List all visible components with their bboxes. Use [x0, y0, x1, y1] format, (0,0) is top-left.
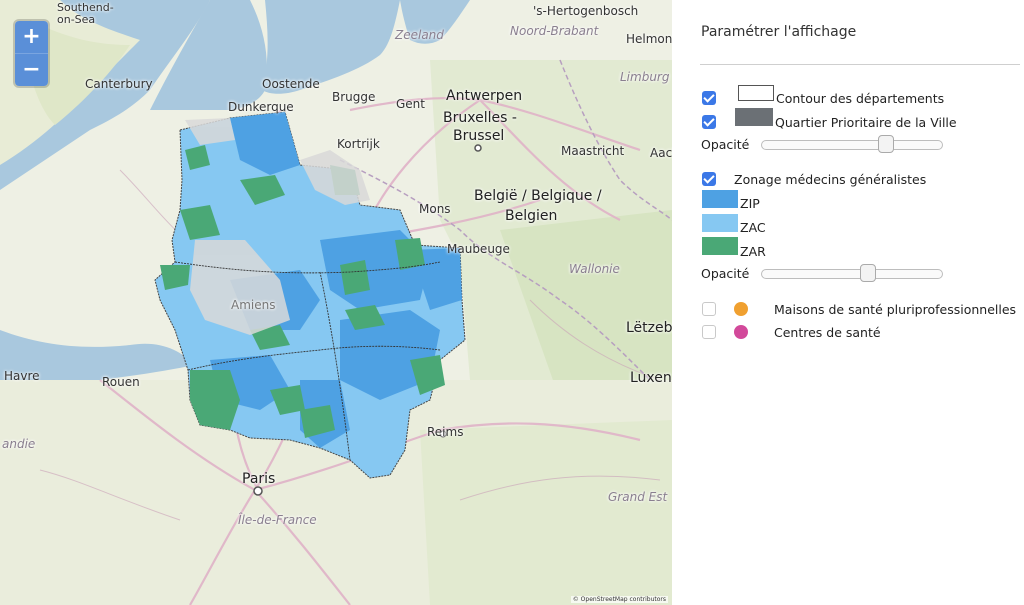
map-label-helmond: Helmond: [626, 32, 672, 46]
map-label-belgie-1: België / Belgique /: [474, 188, 602, 204]
map-view[interactable]: Southend- on-Sea 's-Hertogenbosch Zeelan…: [0, 0, 672, 605]
map-attribution[interactable]: © OpenStreetMap contributors: [570, 596, 668, 603]
map-label-reims: Reims: [427, 425, 464, 439]
cds-checkbox[interactable]: [702, 325, 716, 339]
zonage-checkbox[interactable]: [702, 172, 716, 186]
contour-swatch: [738, 85, 774, 101]
contour-checkbox[interactable]: [702, 91, 716, 105]
map-label-ile-de-france: Île-de-France: [238, 513, 317, 527]
map-label-paris: Paris: [242, 471, 276, 487]
map-label-antwerpen: Antwerpen: [446, 88, 523, 104]
qpv-label: Quartier Prioritaire de la Ville: [775, 115, 957, 130]
zoom-out-button[interactable]: −: [15, 53, 48, 86]
zar-swatch: [702, 237, 738, 255]
opacity-slider-1[interactable]: [761, 135, 943, 153]
map-label-hertogenbosch: 's-Hertogenbosch: [533, 4, 639, 18]
zip-label: ZIP: [740, 196, 760, 211]
qpv-checkbox[interactable]: [702, 115, 716, 129]
zac-label: ZAC: [740, 220, 766, 235]
map-label-gent: Gent: [396, 97, 425, 111]
map-label-wallonie: Wallonie: [569, 262, 620, 276]
display-settings-panel: Paramétrer l'affichage Contour des dépar…: [672, 0, 1024, 605]
map-label-normandie: andie: [2, 437, 36, 451]
map-label-limburg: Limburg: [620, 70, 670, 84]
msp-checkbox[interactable]: [702, 302, 716, 316]
panel-divider: [700, 64, 1020, 65]
contour-label: Contour des départements: [776, 91, 945, 106]
map-label-rouen: Rouen: [102, 375, 140, 389]
map-label-oostende: Oostende: [262, 77, 320, 91]
map-label-canterbury: Canterbury: [85, 77, 153, 91]
zonage-label: Zonage médecins généralistes: [734, 172, 927, 187]
map-label-brugge: Brugge: [332, 90, 376, 104]
map-label-zeeland: Zeeland: [395, 28, 444, 42]
cds-marker-icon: [734, 325, 748, 339]
map-label-grand-est: Grand Est: [608, 490, 668, 504]
cds-label: Centres de santé: [774, 325, 881, 340]
qpv-swatch: [735, 108, 773, 126]
zoom-control: + −: [15, 21, 48, 86]
opacity-label-1: Opacité: [701, 137, 750, 152]
map-label-maubeuge: Maubeuge: [447, 242, 510, 256]
opacity-slider-1-thumb[interactable]: [878, 135, 894, 153]
map-label-bruxelles: Bruxelles -: [443, 110, 517, 126]
opacity-slider-2[interactable]: [761, 264, 943, 282]
zoom-in-button[interactable]: +: [15, 21, 48, 53]
map-label-mons: Mons: [419, 202, 451, 216]
map-label-maastricht: Maastricht: [561, 144, 625, 158]
zip-swatch: [702, 190, 738, 208]
opacity-label-2: Opacité: [701, 266, 750, 281]
map-label-havre: Havre: [4, 369, 40, 383]
map-label-aachen: Aach: [650, 146, 672, 160]
panel-title: Paramétrer l'affichage: [701, 24, 857, 40]
map-label-letzebuerg: Lëtzeb: [626, 320, 672, 336]
msp-marker-icon: [734, 302, 748, 316]
map-label-luxembourg: Luxen: [630, 370, 672, 386]
map-label-kortrijk: Kortrijk: [337, 137, 380, 151]
map-label-noord-brabant: Noord-Brabant: [510, 24, 599, 38]
map-label-southend: Southend- on-Sea: [57, 1, 114, 26]
msp-label: Maisons de santé pluriprofessionnelles: [774, 302, 1017, 317]
opacity-slider-2-thumb[interactable]: [860, 264, 876, 282]
map-label-belgie-2: Belgien: [505, 208, 558, 224]
map-label-amiens: Amiens: [231, 298, 276, 312]
map-label-brussel: Brussel: [453, 128, 505, 144]
zar-label: ZAR: [740, 244, 766, 259]
zac-swatch: [702, 214, 738, 232]
map-label-dunkerque: Dunkerque: [228, 100, 294, 114]
